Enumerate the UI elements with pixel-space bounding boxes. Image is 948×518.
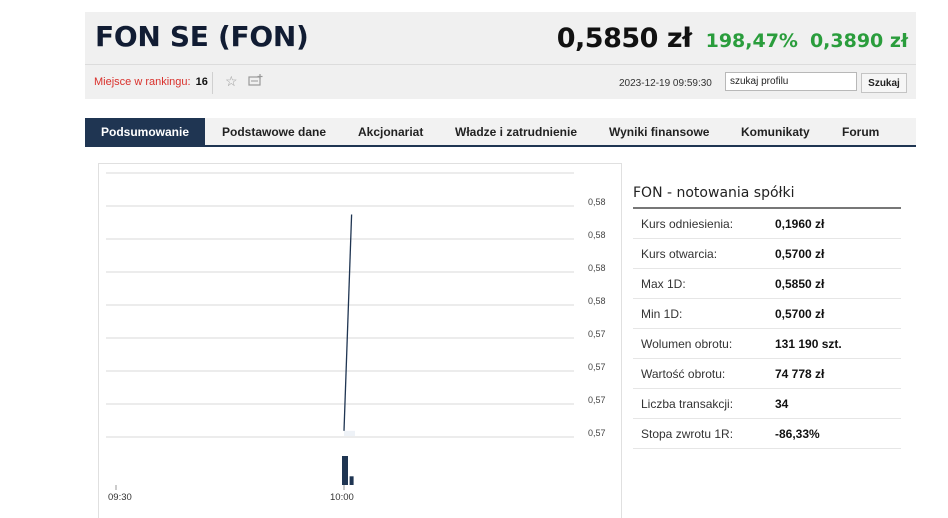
tab-forum[interactable]: Forum [842,118,879,147]
tab-bar: Podsumowanie Podstawowe dane Akcjonariat… [85,118,916,147]
quote-row-label: Kurs otwarcia: [641,246,718,261]
price-area [344,430,355,436]
x-tick-label: 09:30 [108,492,132,503]
company-name: FON SE (FON) [95,20,309,53]
quote-row-value: 0,1960 zł [775,216,825,231]
quote-row: Max 1D: 0,5850 zł [633,269,901,299]
profile-search-input[interactable] [725,72,857,91]
quote-table-title: FON - notowania spółki [633,185,901,209]
quote-row-value: 0,5700 zł [775,306,825,321]
quote-row: Kurs odniesienia: 0,1960 zł [633,209,901,239]
quote-row-label: Min 1D: [641,306,683,321]
quote-table: FON - notowania spółki Kurs odniesienia:… [633,185,901,449]
quote-row-label: Liczba transakcji: [641,396,734,411]
quote-row: Wolumen obrotu: 131 190 szt. [633,329,901,359]
quote-row: Min 1D: 0,5700 zł [633,299,901,329]
y-tick-label: 0,58 [588,296,606,306]
ranking-info: Miejsce w rankingu: 16 [94,76,208,88]
tab-podsumowanie[interactable]: Podsumowanie [85,118,205,147]
ranking-divider [212,72,213,94]
quote-row: Liczba transakcji: 34 [633,389,901,419]
stock-header: FON SE (FON) 0,5850 zł 198,47% 0,3890 zł… [85,12,916,99]
y-tick-label: 0,57 [588,395,606,405]
quote-row-label: Kurs odniesienia: [641,216,734,231]
price-chart: 0,58 0,58 0,58 0,58 0,57 0,57 0,57 0,57 09:30 10:… [106,172,606,503]
search-button[interactable]: Szukaj [861,73,907,93]
current-price: 0,5850 zł [556,23,692,54]
price-series-line [343,214,353,431]
x-tick-label: 10:00 [330,492,354,503]
tab-podstawowe-dane[interactable]: Podstawowe dane [222,118,326,147]
y-tick-label: 0,57 [588,329,606,339]
ranking-value: 16 [195,76,208,88]
tab-wladze[interactable]: Władze i zatrudnienie [455,118,577,147]
quote-row-label: Max 1D: [641,276,686,291]
y-tick-label: 0,58 [588,197,606,207]
change-absolute: 0,3890 zł [809,30,908,52]
ranking-label: Miejsce w rankingu: [94,76,191,88]
quote-row: Wartość obrotu: 74 778 zł [633,359,901,389]
quote-row-value: -86,33% [775,426,820,441]
quote-row-value: 74 778 zł [775,366,825,381]
quote-row: Stopa zwrotu 1R: -86,33% [633,419,901,449]
quote-row-label: Stopa zwrotu 1R: [641,426,734,441]
quote-row-label: Wolumen obrotu: [641,336,733,351]
quote-summary: 0,5850 zł 198,47% 0,3890 zł [557,23,908,54]
quote-row-value: 0,5850 zł [775,276,825,291]
quote-row-value: 0,5700 zł [775,246,825,261]
tab-wyniki-finansowe[interactable]: Wyniki finansowe [609,118,709,147]
tab-akcjonariat[interactable]: Akcjonariat [358,118,423,147]
y-tick-label: 0,57 [588,362,606,372]
quote-row: Kurs otwarcia: 0,5700 zł [633,239,901,269]
volume-bar [349,476,354,485]
quote-timestamp: 2023-12-19 09:59:30 [619,78,712,89]
quote-row-value: 131 190 szt. [775,336,842,351]
y-tick-label: 0,58 [588,230,606,240]
header-divider [85,64,916,65]
star-icon[interactable]: ☆ [225,73,238,89]
y-tick-label: 0,58 [588,263,606,273]
y-tick-label: 0,57 [588,428,606,438]
quote-row-value: 34 [775,396,789,411]
change-percent: 198,47% [705,30,798,52]
quote-row-label: Wartość obrotu: [641,366,726,381]
add-to-portfolio-icon[interactable] [248,73,264,90]
tab-komunikaty[interactable]: Komunikaty [741,118,810,147]
volume-bar [342,456,348,485]
